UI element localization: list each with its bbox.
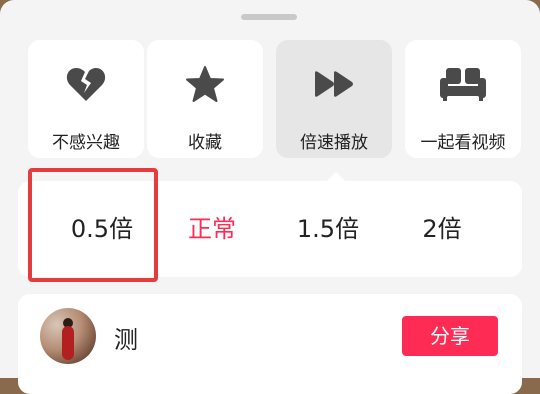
playback-speed-button[interactable]: 倍速播放 — [276, 40, 392, 158]
bottom-sheet: 不感兴趣 收藏 倍速播放 一起看视频 0.5倍 正常 1.5倍 2倍 测 分享 — [0, 0, 540, 394]
avatar[interactable] — [40, 308, 96, 364]
contact-name: 测 — [114, 326, 138, 354]
selection-highlight-box — [28, 168, 158, 282]
not-interested-label: 不感兴趣 — [52, 133, 120, 153]
speed-option-normal[interactable]: 正常 — [162, 181, 262, 277]
speed-option-1-5x[interactable]: 1.5倍 — [278, 181, 378, 277]
favorite-button[interactable]: 收藏 — [147, 40, 263, 158]
playback-speed-label: 倍速播放 — [300, 133, 368, 153]
favorite-label: 收藏 — [188, 133, 222, 153]
sheet-grabber[interactable] — [241, 14, 297, 20]
broken-heart-icon — [66, 64, 106, 104]
sofa-icon — [438, 64, 488, 104]
watch-together-label: 一起看视频 — [420, 133, 506, 153]
fast-forward-icon — [312, 64, 356, 104]
speed-option-2x[interactable]: 2倍 — [392, 181, 492, 277]
watch-together-button[interactable]: 一起看视频 — [405, 40, 521, 158]
share-button[interactable]: 分享 — [402, 316, 498, 356]
star-icon — [185, 64, 225, 104]
not-interested-button[interactable]: 不感兴趣 — [28, 40, 144, 158]
